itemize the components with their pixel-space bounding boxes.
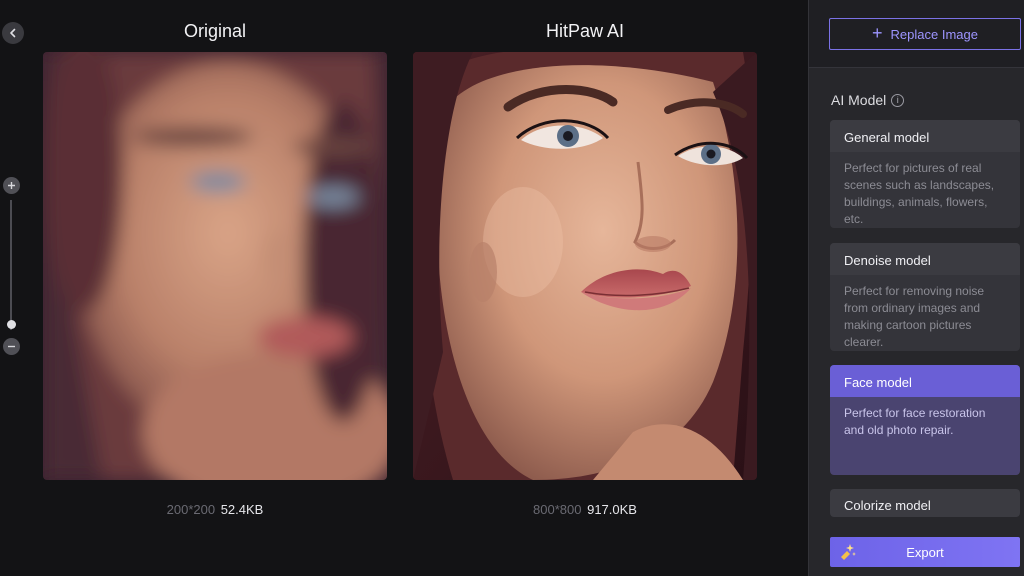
model-description: Perfect for face restoration and old pho… xyxy=(844,406,986,437)
zoom-out-button[interactable] xyxy=(3,338,20,355)
model-name: Denoise model xyxy=(830,243,1020,275)
model-name: General model xyxy=(830,120,1020,152)
plus-circle-icon xyxy=(8,182,15,189)
original-meta: 200*200 52.4KB xyxy=(43,502,387,517)
ai-model-heading: AI Model i xyxy=(831,92,905,108)
back-button[interactable] xyxy=(2,22,24,44)
enhanced-title: HitPaw AI xyxy=(545,21,625,41)
model-card-denoise[interactable]: Denoise model Perfect for removing noise… xyxy=(830,243,1020,351)
zoom-in-button[interactable] xyxy=(3,177,20,194)
sidebar: + Replace Image AI Model i General model… xyxy=(808,0,1024,576)
chevron-left-icon xyxy=(10,28,16,38)
enhanced-dimensions: 800*800 xyxy=(533,502,582,517)
replace-image-button[interactable]: + Replace Image xyxy=(829,18,1021,50)
model-description: Perfect for pictures of real scenes such… xyxy=(844,161,995,226)
sidebar-header: + Replace Image xyxy=(809,0,1024,68)
model-name: Face model xyxy=(830,365,1020,397)
model-card-face[interactable]: Face model Perfect for face restoration … xyxy=(830,365,1020,475)
zoom-slider-handle[interactable] xyxy=(7,320,16,329)
model-card-general[interactable]: General model Perfect for pictures of re… xyxy=(830,120,1020,228)
export-label: Export xyxy=(906,544,944,560)
model-name: Colorize model xyxy=(830,489,1020,517)
zoom-slider-track[interactable] xyxy=(10,200,12,330)
preview-area: Original HitPaw AI 200*200 52.4KB 800*80… xyxy=(0,0,808,576)
enhanced-image xyxy=(413,52,757,480)
original-title: Original xyxy=(183,21,247,41)
original-filesize: 52.4KB xyxy=(220,502,264,517)
minus-circle-icon xyxy=(8,345,15,348)
replace-image-label: Replace Image xyxy=(890,26,978,42)
enhanced-meta: 800*800 917.0KB xyxy=(413,502,757,517)
info-icon[interactable]: i xyxy=(891,93,905,107)
export-sparkle-icon xyxy=(841,544,856,560)
export-button[interactable]: Export xyxy=(830,537,1020,567)
plus-icon: + xyxy=(872,23,883,43)
original-image xyxy=(43,52,387,480)
ai-model-label: AI Model xyxy=(831,92,887,108)
enhanced-filesize: 917.0KB xyxy=(587,502,637,517)
original-dimensions: 200*200 xyxy=(166,502,216,517)
model-card-colorize[interactable]: Colorize model xyxy=(830,489,1020,517)
model-description: Perfect for removing noise from ordinary… xyxy=(844,284,985,349)
